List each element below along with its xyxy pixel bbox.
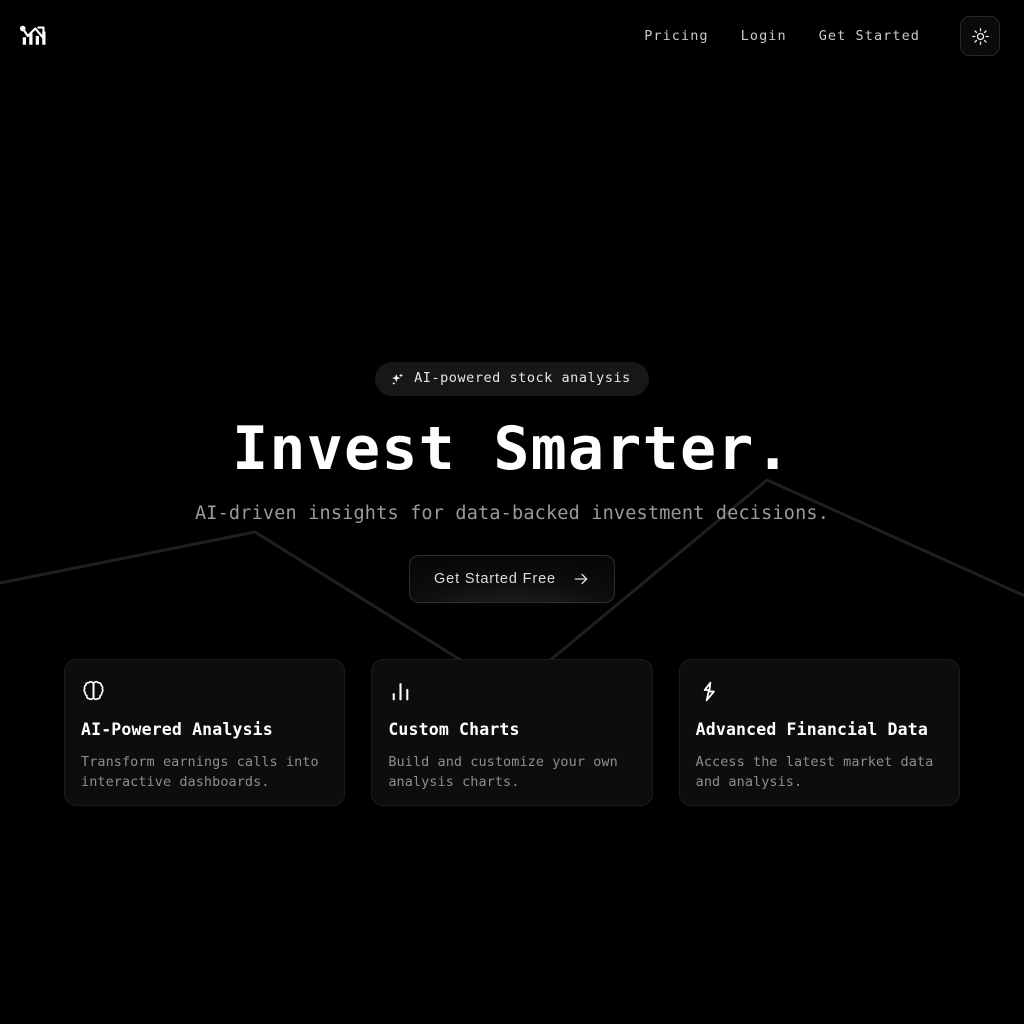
- hero-headline: Invest Smarter.: [232, 414, 792, 484]
- theme-toggle-button[interactable]: [960, 16, 1000, 56]
- nav-link-login[interactable]: Login: [725, 20, 803, 52]
- feature-card-description: Transform earnings calls into interactiv…: [81, 754, 319, 790]
- feature-card-description: Build and customize your own analysis ch…: [388, 754, 618, 790]
- feature-card-advanced-financial-data[interactable]: Advanced Financial Data Access the lates…: [678, 659, 960, 806]
- feature-card-title: Custom Charts: [388, 720, 520, 739]
- chart-line-up-icon: [19, 25, 46, 45]
- feature-card-description: Access the latest market data and analys…: [695, 754, 934, 790]
- feature-card-ai-powered-analysis[interactable]: AI-Powered Analysis Transform earnings c…: [64, 659, 346, 806]
- lightning-bolt-icon: [696, 678, 943, 704]
- site-header: Pricing Login Get Started: [0, 0, 1024, 72]
- nav-link-get-started[interactable]: Get Started: [803, 20, 936, 52]
- feature-card-list: AI-Powered Analysis Transform earnings c…: [64, 659, 960, 806]
- hero-section: AI-powered stock analysis Invest Smarter…: [0, 0, 1024, 1024]
- brain-icon: [81, 678, 328, 704]
- cta-label: Get Started Free: [434, 571, 556, 587]
- feature-card-title: AI-Powered Analysis: [81, 720, 273, 739]
- feature-card-title: Advanced Financial Data: [695, 720, 928, 739]
- bar-chart-icon: [388, 678, 635, 704]
- hero-badge-label: AI-powered stock analysis: [414, 370, 631, 387]
- hero-badge: AI-powered stock analysis: [375, 362, 649, 396]
- hero-subheadline: AI-driven insights for data-backed inves…: [194, 503, 830, 524]
- brand-logo[interactable]: [14, 16, 54, 56]
- main-navigation: Pricing Login Get Started: [628, 16, 1000, 56]
- get-started-free-button[interactable]: Get Started Free: [409, 555, 615, 603]
- sun-icon: [971, 27, 989, 45]
- arrow-right-icon: [574, 573, 588, 585]
- nav-link-pricing[interactable]: Pricing: [628, 20, 724, 52]
- sparkles-icon: [392, 372, 404, 385]
- feature-card-custom-charts[interactable]: Custom Charts Build and customize your o…: [371, 659, 653, 806]
